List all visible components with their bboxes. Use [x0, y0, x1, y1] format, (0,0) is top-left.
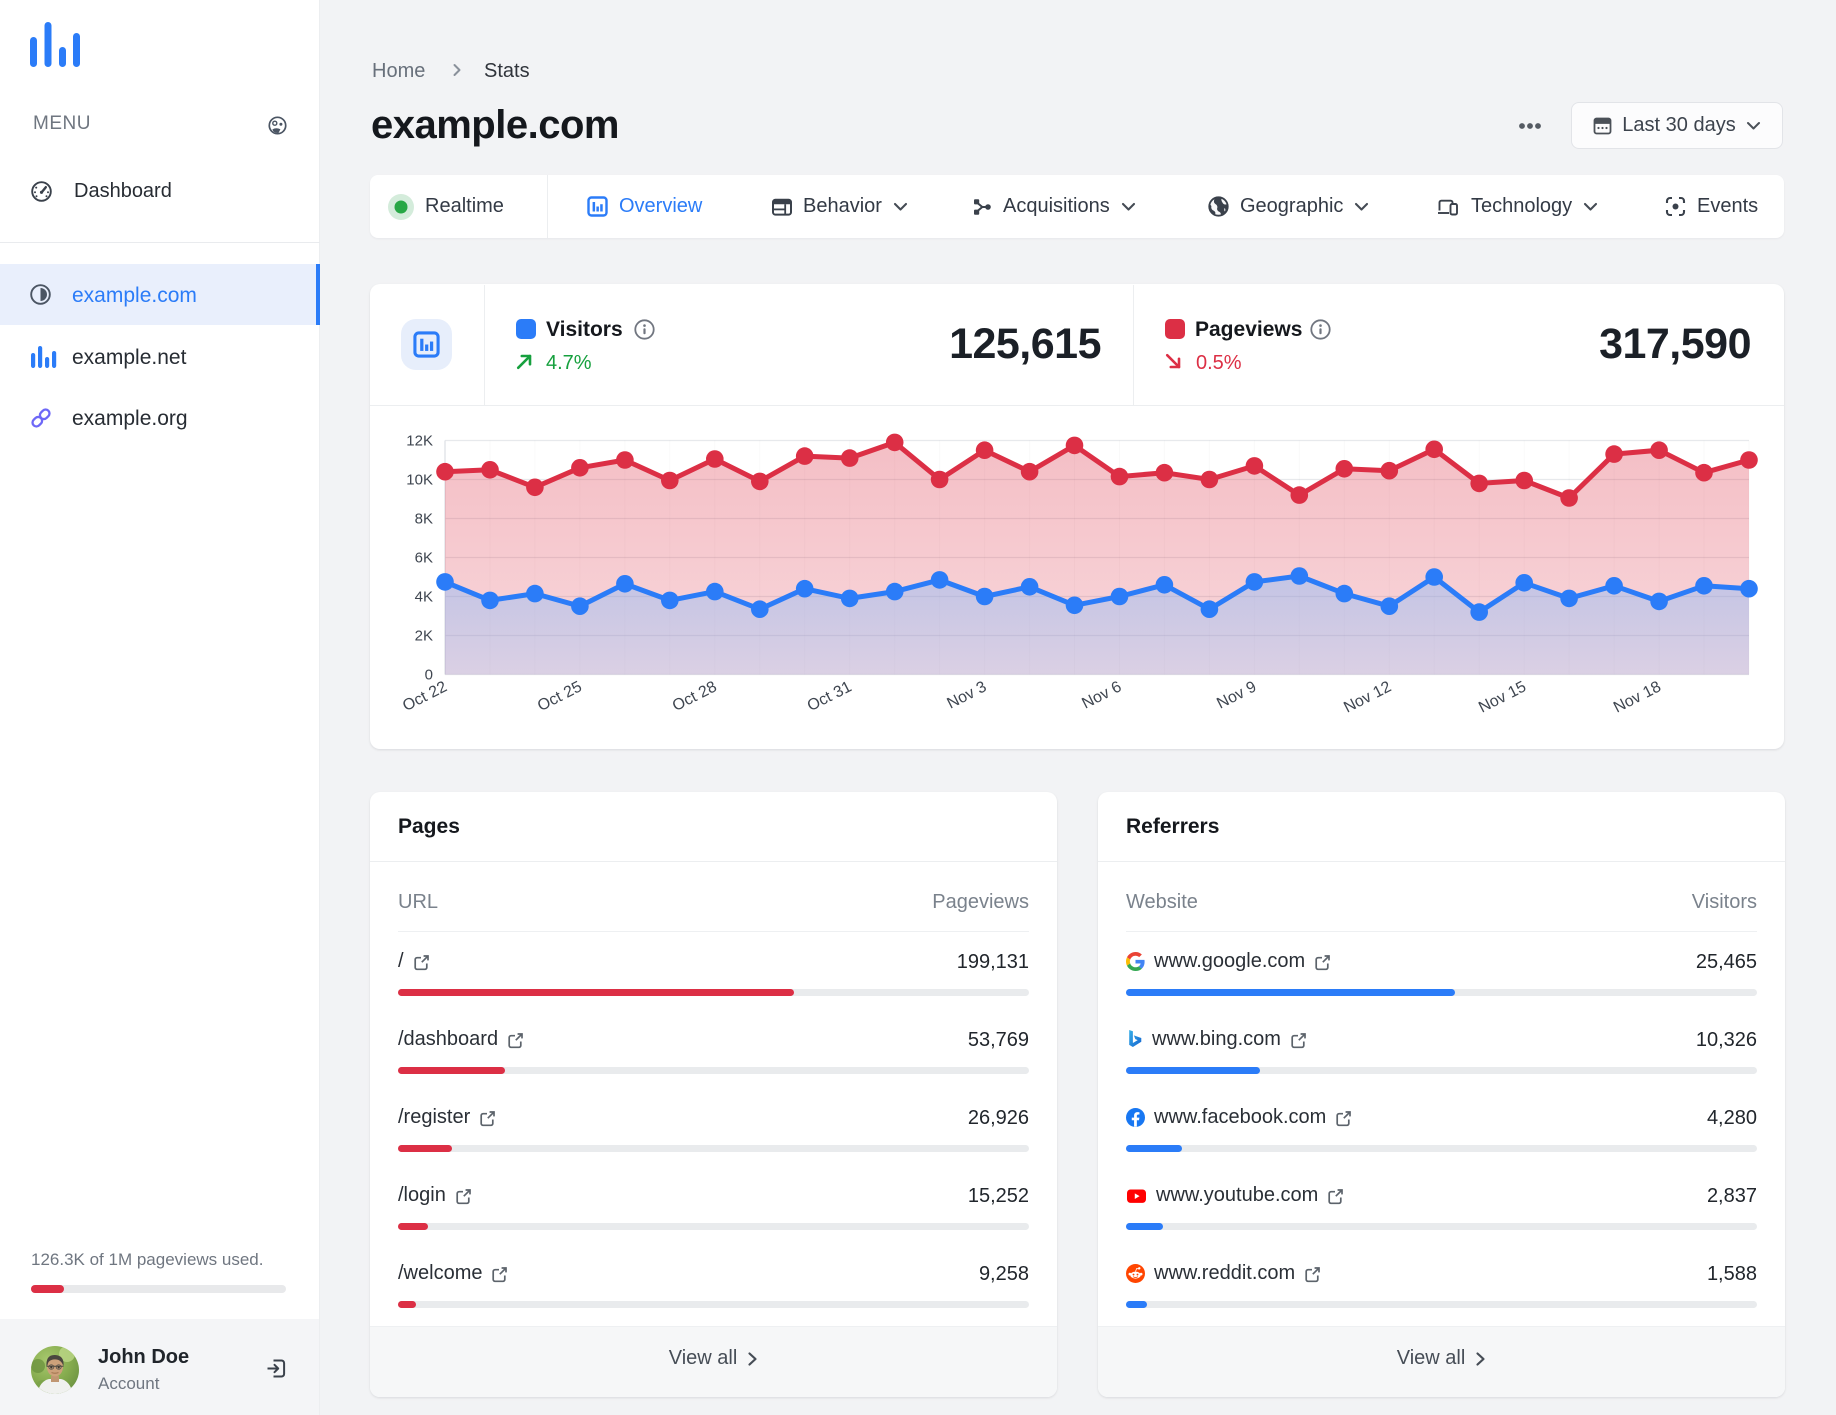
svg-text:Nov 3: Nov 3: [944, 678, 989, 712]
svg-text:Nov 6: Nov 6: [1079, 678, 1124, 712]
svg-text:Nov 18: Nov 18: [1611, 678, 1664, 716]
svg-text:0: 0: [425, 666, 433, 683]
svg-text:12K: 12K: [406, 432, 433, 449]
svg-text:10K: 10K: [406, 471, 433, 488]
svg-text:6K: 6K: [415, 549, 433, 566]
svg-text:Nov 9: Nov 9: [1214, 678, 1259, 712]
svg-text:Nov 12: Nov 12: [1341, 678, 1394, 716]
svg-text:2K: 2K: [415, 627, 433, 644]
svg-text:4K: 4K: [415, 588, 433, 605]
svg-text:Nov 15: Nov 15: [1476, 678, 1529, 716]
svg-text:Oct 22: Oct 22: [400, 678, 450, 715]
svg-text:Oct 31: Oct 31: [805, 678, 855, 715]
svg-text:8K: 8K: [415, 510, 433, 527]
svg-text:Oct 28: Oct 28: [670, 678, 720, 715]
svg-text:Oct 25: Oct 25: [535, 678, 585, 715]
